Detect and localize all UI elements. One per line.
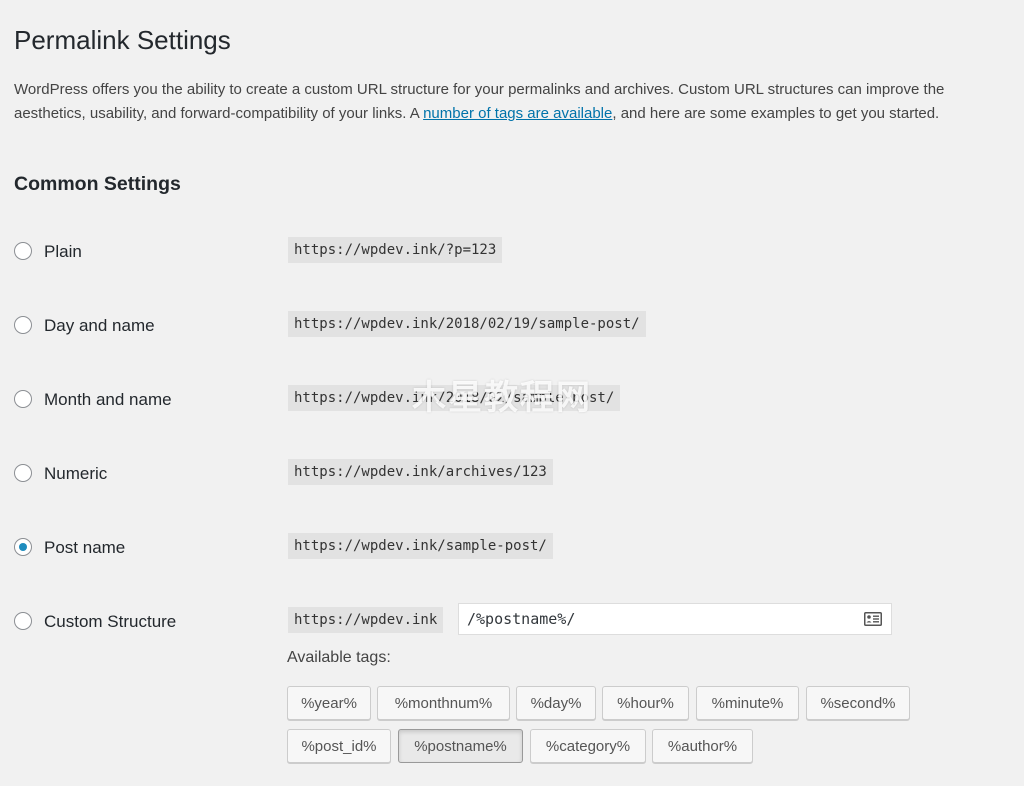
tag-button-author[interactable]: %author% [652,729,753,763]
tag-button-hour[interactable]: %hour% [602,686,689,720]
custom-structure-base-url: https://wpdev.ink [288,607,444,633]
radio-custom-structure[interactable] [14,612,32,630]
option-row-plain[interactable]: Plain https://wpdev.ink/?p=123 [14,237,1010,267]
radio-day-and-name[interactable] [14,316,32,334]
option-row-custom-structure[interactable]: Custom Structure https://wpdev.ink /%pos… [14,603,1010,637]
custom-structure-value: /%postname%/ [467,610,576,628]
option-label-custom-structure[interactable]: Custom Structure [44,610,176,634]
radio-post-name[interactable] [14,538,32,556]
tags-available-link[interactable]: number of tags are available [423,105,612,122]
option-label-post-name[interactable]: Post name [44,536,125,560]
section-title-common-settings: Common Settings [14,173,181,195]
watermark-text: 木星教程网 [412,379,592,417]
page-title: Permalink Settings [14,25,231,55]
tag-button-monthnum[interactable]: %monthnum% [377,686,510,720]
tag-button-second[interactable]: %second% [806,686,910,720]
intro-text-after: , and here are some examples to get you … [612,105,940,122]
custom-structure-input[interactable]: /%postname%/ [458,603,892,635]
available-tags-label: Available tags: [287,649,391,666]
option-label-month-and-name[interactable]: Month and name [44,388,172,412]
option-row-post-name[interactable]: Post name https://wpdev.ink/sample-post/ [14,533,1010,563]
tag-button-day[interactable]: %day% [516,686,596,720]
example-url-plain: https://wpdev.ink/?p=123 [288,237,503,263]
example-url-day-and-name: https://wpdev.ink/2018/02/19/sample-post… [288,311,646,337]
radio-numeric[interactable] [14,464,32,482]
intro-text: WordPress offers you the ability to crea… [14,78,1010,126]
tag-button-year[interactable]: %year% [287,686,371,720]
example-url-post-name: https://wpdev.ink/sample-post/ [288,533,553,559]
tag-button-category[interactable]: %category% [530,729,646,763]
id-card-icon[interactable] [864,612,882,626]
radio-month-and-name[interactable] [14,390,32,408]
option-row-day-and-name[interactable]: Day and name https://wpdev.ink/2018/02/1… [14,311,1010,341]
option-row-numeric[interactable]: Numeric https://wpdev.ink/archives/123 [14,459,1010,489]
option-label-numeric[interactable]: Numeric [44,462,107,486]
option-label-day-and-name[interactable]: Day and name [44,314,155,338]
tag-button-postname[interactable]: %postname% [398,729,523,763]
tag-button-post-id[interactable]: %post_id% [287,729,391,763]
option-label-plain[interactable]: Plain [44,240,82,264]
example-url-numeric: https://wpdev.ink/archives/123 [288,459,553,485]
tag-button-minute[interactable]: %minute% [696,686,799,720]
radio-plain[interactable] [14,242,32,260]
